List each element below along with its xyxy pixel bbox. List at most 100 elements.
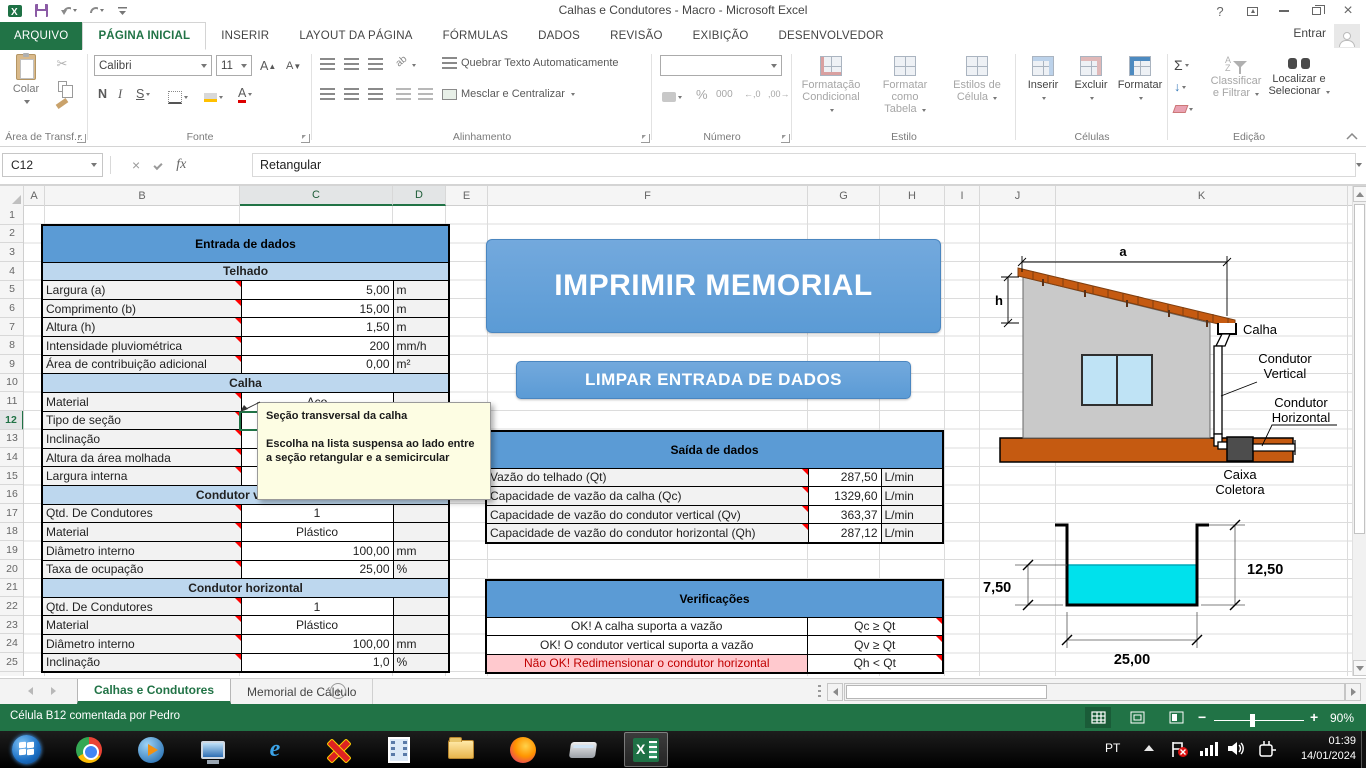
media-player-icon[interactable] (128, 734, 174, 765)
row-header-1[interactable]: 1 (0, 206, 24, 225)
sheet-tab-memorial-de-calculo[interactable]: Memorial de Cálculo (231, 679, 373, 704)
wrap-text-button[interactable]: Quebrar Texto Automaticamente (442, 57, 619, 69)
formula-input[interactable]: Retangular (252, 153, 1356, 177)
cut-icon[interactable]: ✂ (57, 56, 68, 72)
chrome-icon[interactable] (66, 734, 112, 765)
row-header-20[interactable]: 20 (0, 560, 24, 579)
row-header-3[interactable]: 3 (0, 243, 24, 262)
show-desktop-button[interactable] (1361, 731, 1366, 768)
file-explorer-icon[interactable] (438, 734, 484, 765)
sheet-tab-calhas-e-condutores[interactable]: Calhas e Condutores (77, 679, 231, 704)
enter-icon[interactable] (154, 160, 163, 169)
align-right-icon[interactable] (368, 88, 383, 100)
increase-decimal-button[interactable]: ←,0 (740, 83, 765, 105)
restore-button[interactable] (1302, 1, 1330, 21)
row-header-23[interactable]: 23 (0, 616, 24, 635)
scanner-icon[interactable] (560, 734, 606, 765)
close-button[interactable]: × (1334, 1, 1362, 21)
clipboard-dialog-launcher[interactable] (77, 134, 86, 143)
underline-button[interactable]: S (132, 83, 154, 105)
zoom-slider-thumb[interactable] (1250, 714, 1255, 727)
format-cells-button[interactable]: Formatar (1116, 56, 1164, 103)
input-value[interactable]: 0,00 (241, 355, 393, 374)
action-center-flag-icon[interactable] (1170, 741, 1190, 758)
hscroll-right-button[interactable] (1345, 683, 1361, 701)
ribbon-tab-revisao[interactable]: REVISÃO (595, 22, 678, 50)
row-header-11[interactable]: 11 (0, 392, 24, 411)
align-left-icon[interactable] (320, 88, 335, 100)
column-header-G[interactable]: G (808, 186, 880, 206)
column-header-H[interactable]: H (880, 186, 945, 206)
accounting-format-button[interactable] (658, 86, 686, 108)
scroll-up-button[interactable] (1353, 186, 1366, 202)
collapse-ribbon-icon[interactable] (1346, 133, 1358, 140)
column-header-I[interactable]: I (945, 186, 980, 206)
number-dialog-launcher[interactable] (781, 134, 790, 143)
input-value[interactable]: Plástico (241, 616, 393, 635)
align-bottom-icon[interactable] (368, 58, 383, 70)
shrink-font-button[interactable]: A▼ (282, 55, 305, 77)
paste-button[interactable]: Colar (4, 54, 48, 107)
excel-taskbar-button[interactable] (624, 732, 668, 767)
insert-function-icon[interactable]: fx (176, 157, 186, 173)
input-value[interactable]: 5,00 (241, 281, 393, 300)
format-as-table-button[interactable]: Formatar comoTabela (870, 56, 940, 115)
movie-maker-icon[interactable] (376, 734, 422, 765)
row-header-2[interactable]: 2 (0, 225, 24, 244)
internet-explorer-icon[interactable]: e (252, 734, 298, 765)
align-middle-icon[interactable] (344, 58, 359, 70)
column-header-C[interactable]: C (240, 186, 393, 206)
column-header-F[interactable]: F (488, 186, 808, 206)
row-header-10[interactable]: 10 (0, 374, 24, 393)
computer-icon[interactable] (190, 734, 236, 765)
sort-filter-button[interactable]: AZ Classificare Filtrar (1206, 56, 1266, 99)
help-button[interactable]: ? (1206, 1, 1234, 21)
input-value[interactable]: 25,00 (241, 560, 393, 579)
bold-button[interactable]: N (94, 83, 111, 105)
input-value[interactable]: 100,00 (241, 541, 393, 560)
limpar-entrada-button[interactable]: LIMPAR ENTRADA DE DADOS (516, 361, 911, 399)
row-header-15[interactable]: 15 (0, 467, 24, 486)
tab-scroll-splitter[interactable] (818, 685, 821, 699)
avatar[interactable] (1334, 24, 1360, 48)
input-value[interactable]: 1,50 (241, 318, 393, 337)
language-indicator[interactable]: PT (1105, 741, 1120, 755)
orientation-icon[interactable]: ab (394, 54, 410, 70)
column-header-B[interactable]: B (45, 186, 240, 206)
prev-sheet-icon[interactable] (28, 687, 33, 695)
row-header-5[interactable]: 5 (0, 281, 24, 300)
font-name-combo[interactable]: Calibri (94, 55, 212, 76)
row-header-16[interactable]: 16 (0, 485, 24, 504)
ribbon-tab-arquivo[interactable]: ARQUIVO (0, 22, 82, 50)
column-header-J[interactable]: J (980, 186, 1056, 206)
input-value[interactable]: 1 (241, 504, 393, 523)
scroll-down-button[interactable] (1353, 660, 1366, 676)
decrease-decimal-button[interactable]: ,00→ (764, 83, 794, 105)
column-header-K[interactable]: K (1056, 186, 1348, 206)
row-header-8[interactable]: 8 (0, 336, 24, 355)
column-header-D[interactable]: D (393, 186, 446, 206)
start-button[interactable] (3, 734, 49, 765)
font-color-button[interactable]: A (234, 83, 256, 105)
ribbon-tab-dados[interactable]: DADOS (523, 22, 595, 50)
row-header-17[interactable]: 17 (0, 504, 24, 523)
percent-style-button[interactable]: % (692, 83, 712, 105)
tray-expand-icon[interactable] (1144, 745, 1154, 751)
row-header-12[interactable]: 12 (0, 411, 24, 430)
column-header-E[interactable]: E (446, 186, 488, 206)
row-header-14[interactable]: 14 (0, 448, 24, 467)
ribbon-tab-layout-da-pagina[interactable]: LAYOUT DA PÁGINA (284, 22, 427, 50)
row-header-6[interactable]: 6 (0, 299, 24, 318)
page-break-view-button[interactable] (1163, 707, 1189, 728)
ribbon-tab-exibicao[interactable]: EXIBIÇÃO (678, 22, 764, 50)
decrease-indent-icon[interactable] (396, 88, 411, 100)
sign-in-link[interactable]: Entrar (1293, 26, 1326, 40)
copy-icon[interactable] (58, 81, 67, 92)
font-dialog-launcher[interactable] (301, 134, 310, 143)
row-header-18[interactable]: 18 (0, 523, 24, 542)
merge-center-button[interactable]: Mesclar e Centralizar (442, 88, 575, 100)
ribbon-tab-pagina-inicial[interactable]: PÁGINA INICIAL (82, 22, 206, 50)
ribbon-display-options-button[interactable] (1238, 1, 1266, 21)
horizontal-scroll-thumb[interactable] (846, 685, 1047, 699)
row-header-13[interactable]: 13 (0, 430, 24, 449)
